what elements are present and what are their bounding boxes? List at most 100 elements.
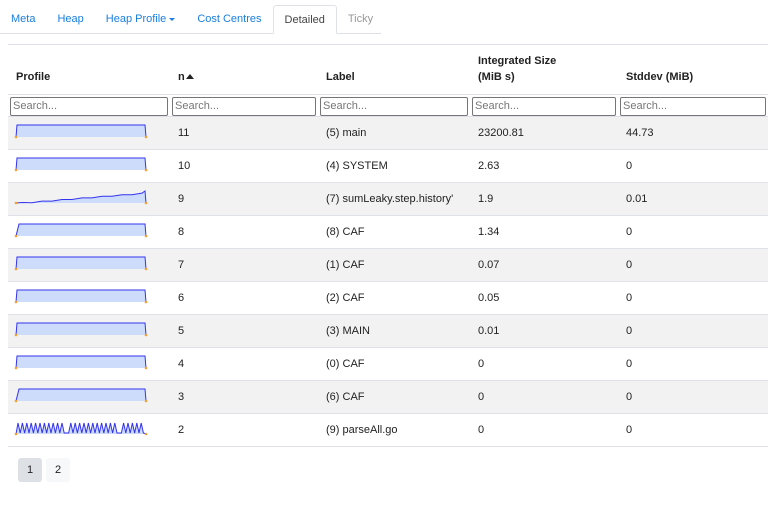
label-cell: (0) CAF [318,346,470,380]
tab-heap-profile-label: Heap Profile [105,13,167,25]
n-cell: 5 [170,313,318,347]
stddev-cell: 0 [618,214,768,248]
stddev-cell: 0 [618,346,768,380]
tab-detailed[interactable]: Detailed [272,5,337,34]
header-label[interactable]: Label [318,50,470,95]
sparkline-start-dot [14,234,18,238]
table-row[interactable]: 5 (3) MAIN 0.01 0 [8,313,768,347]
sparkline-start-dot [14,135,18,139]
table-row[interactable]: 4 (0) CAF 0 0 [8,346,768,380]
integrated-size-cell: 0 [470,379,618,413]
table-row[interactable]: 11 (5) main 23200.81 44.73 [8,115,768,149]
header-n[interactable]: n [170,50,318,95]
profile-cell [8,313,170,347]
header-integrated-size[interactable]: Integrated Size (MiB s) [470,50,618,95]
profile-cell [8,280,170,314]
table-row[interactable]: 3 (6) CAF 0 0 [8,379,768,413]
n-cell: 11 [170,115,318,149]
sparkline-end-dot [144,399,148,403]
search-label-input[interactable] [320,96,468,116]
profile-cell [8,346,170,380]
sparkline-area [16,158,146,170]
profile-cell [8,379,170,413]
integrated-size-cell: 0.01 [470,313,618,347]
sparkline-area [16,290,146,302]
n-cell: 7 [170,247,318,281]
n-cell: 8 [170,214,318,248]
divider [8,44,768,45]
profile-cell [8,115,170,149]
stddev-cell: 0 [618,280,768,314]
stddev-cell: 0 [618,247,768,281]
tab-bar: Meta Heap Heap Profile Cost Centres Deta… [0,5,381,34]
profile-cell [8,247,170,281]
sort-ascending-icon [185,73,194,79]
integrated-size-cell: 1.34 [470,214,618,248]
sparkline-end-dot [144,135,148,139]
sparkline-end-dot [144,267,148,271]
tab-ticky[interactable]: Ticky [337,5,384,33]
caret-down-icon [169,17,176,21]
n-cell: 6 [170,280,318,314]
pagination: 1 2 [18,458,70,482]
sparkline-chart [14,422,148,436]
header-integrated-line1: Integrated Size [478,54,557,67]
table-row[interactable]: 7 (1) CAF 0.07 0 [8,247,768,281]
page-1-button[interactable]: 1 [18,458,42,482]
stddev-cell: 0 [618,313,768,347]
tab-cost-centres[interactable]: Cost Centres [186,5,272,33]
n-cell: 4 [170,346,318,380]
table-row[interactable]: 9 (7) sumLeaky.step.history' 1.9 0.01 [8,181,768,215]
tab-meta[interactable]: Meta [0,5,46,33]
table-row[interactable]: 8 (8) CAF 1.34 0 [8,214,768,248]
sparkline-start-dot [14,201,18,205]
n-cell: 10 [170,148,318,182]
header-n-label: n [178,70,185,83]
label-cell: (7) sumLeaky.step.history' [318,181,470,215]
sparkline-start-dot [14,300,18,304]
table-row[interactable]: 10 (4) SYSTEM 2.63 0 [8,148,768,182]
label-cell: (5) main [318,115,470,149]
sparkline-area [16,257,146,269]
table-row[interactable]: 6 (2) CAF 0.05 0 [8,280,768,314]
table-row[interactable]: 2 (9) parseAll.go 0 0 [8,412,768,447]
sparkline-chart [14,322,148,337]
stddev-cell: 0 [618,379,768,413]
search-stddev-input[interactable] [620,96,766,116]
search-integrated-input[interactable] [472,96,616,116]
sparkline-area [16,191,146,203]
sparkline-end-dot [144,168,148,172]
sparkline-chart [14,388,148,403]
tab-heap-profile[interactable]: Heap Profile [95,5,187,33]
header-profile[interactable]: Profile [8,50,170,95]
sparkline-area [16,389,146,401]
sparkline-start-dot [14,168,18,172]
sparkline-end-dot [144,234,148,238]
stddev-cell: 0 [618,148,768,182]
search-profile-input[interactable] [10,96,168,116]
stddev-cell: 0 [618,412,768,447]
page-2-button[interactable]: 2 [46,458,70,482]
integrated-size-cell: 0.07 [470,247,618,281]
sparkline-chart [14,124,148,139]
tab-heap[interactable]: Heap [46,5,94,33]
integrated-size-cell: 1.9 [470,181,618,215]
detailed-table: Profile n Label Integrated Size (MiB s) S… [8,50,768,447]
sparkline-end-dot [144,432,148,436]
search-n-input[interactable] [172,96,316,116]
profile-cell [8,148,170,182]
sparkline-area [16,125,146,137]
sparkline-end-dot [144,300,148,304]
stddev-cell: 44.73 [618,115,768,149]
integrated-size-cell: 0.05 [470,280,618,314]
integrated-size-cell: 23200.81 [470,115,618,149]
sparkline-chart [14,223,148,238]
sparkline-start-dot [14,333,18,337]
label-cell: (3) MAIN [318,313,470,347]
sparkline-chart [14,157,148,172]
profile-cell [8,181,170,215]
integrated-size-cell: 0 [470,412,618,447]
header-stddev[interactable]: Stddev (MiB) [618,50,768,95]
sparkline-area [16,323,146,335]
sparkline-start-dot [14,366,18,370]
